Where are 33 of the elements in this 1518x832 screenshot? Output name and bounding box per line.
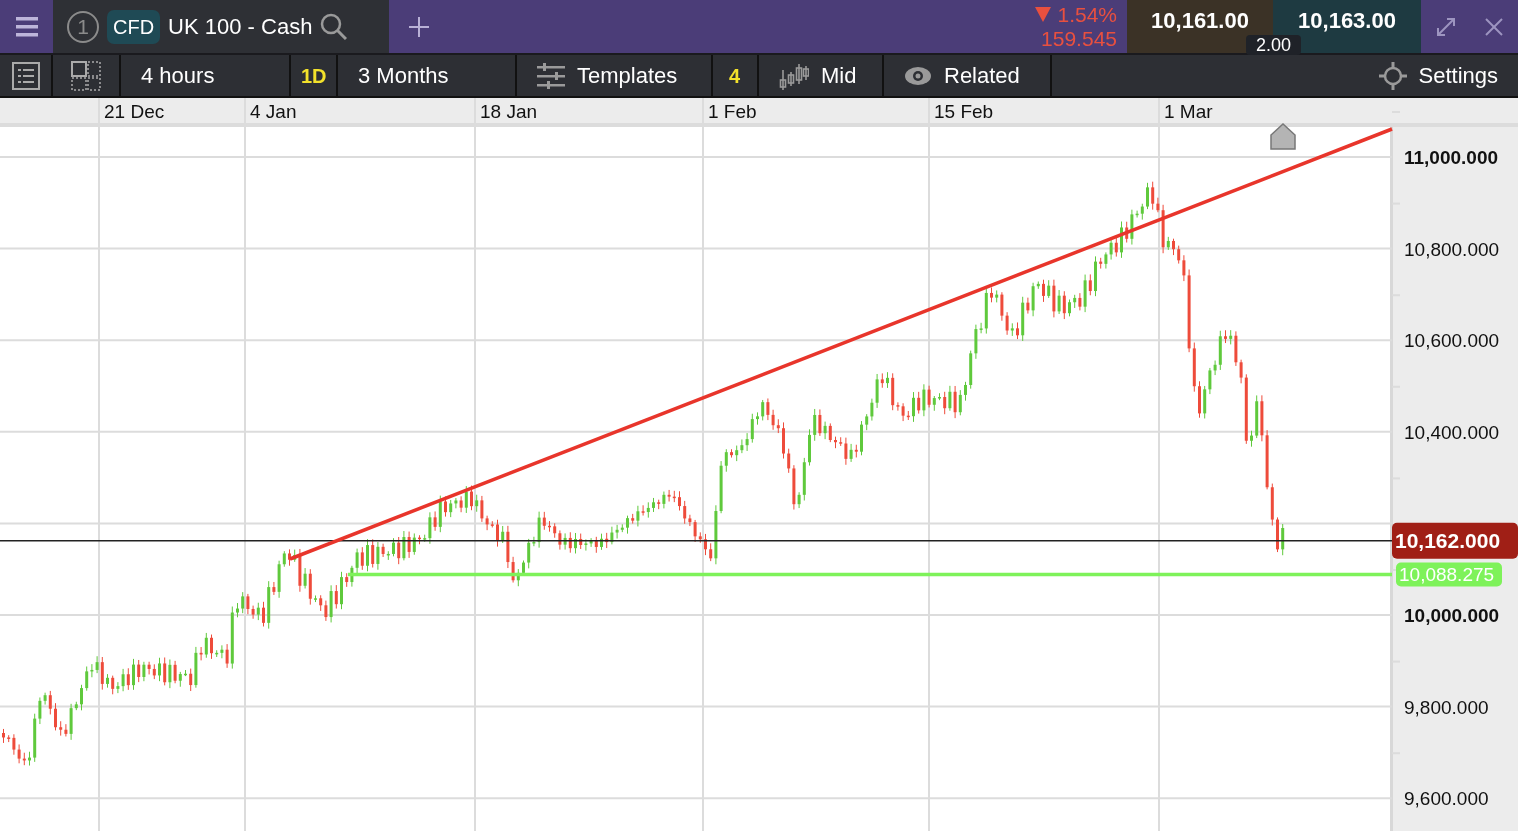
price-axis-label: 10,800.000 xyxy=(1404,238,1500,260)
date-label: 4 Jan xyxy=(250,101,297,122)
price-axis-label: 9,800.000 xyxy=(1404,696,1489,718)
date-label: 1 Feb xyxy=(708,101,757,122)
eye-icon xyxy=(904,65,932,86)
settings-icon xyxy=(1378,61,1407,90)
expand-icon[interactable] xyxy=(1435,16,1456,37)
date-label: 1 Mar xyxy=(1164,101,1213,122)
price-axis-label: 10,600.000 xyxy=(1404,330,1500,352)
price-axis-label: 9,600.000 xyxy=(1404,788,1489,810)
current-price-label: 10,162.000 xyxy=(1392,522,1518,559)
date-label: 15 Feb xyxy=(934,101,994,122)
layout-icon[interactable] xyxy=(71,60,101,91)
add-tab-icon[interactable] xyxy=(409,16,429,37)
change-points: 159.545 xyxy=(1040,26,1117,51)
sliders-icon xyxy=(537,62,565,89)
support-price-label: 10,088.275 xyxy=(1396,562,1502,587)
date-label: 21 Dec xyxy=(104,101,165,122)
list-icon[interactable] xyxy=(11,61,40,90)
window-number-badge: 1 xyxy=(67,10,99,43)
change-percent: 1.54% xyxy=(1057,2,1117,27)
spread-value: 2.00 xyxy=(1246,35,1302,55)
instrument-name[interactable]: UK 100 - Cash xyxy=(168,10,313,43)
price-axis-label: 11,000.000 xyxy=(1404,147,1499,168)
house-icon[interactable] xyxy=(1270,123,1296,150)
close-icon[interactable] xyxy=(1485,17,1504,36)
price-axis-label: 10,400.000 xyxy=(1404,421,1500,443)
price-axis-label: 10,000.000 xyxy=(1404,605,1500,626)
instrument-type-badge: CFD xyxy=(107,9,161,44)
date-label: 18 Jan xyxy=(480,101,538,122)
search-icon[interactable] xyxy=(320,13,348,40)
menu-icon[interactable] xyxy=(15,15,38,38)
candlestick-icon xyxy=(779,61,809,90)
